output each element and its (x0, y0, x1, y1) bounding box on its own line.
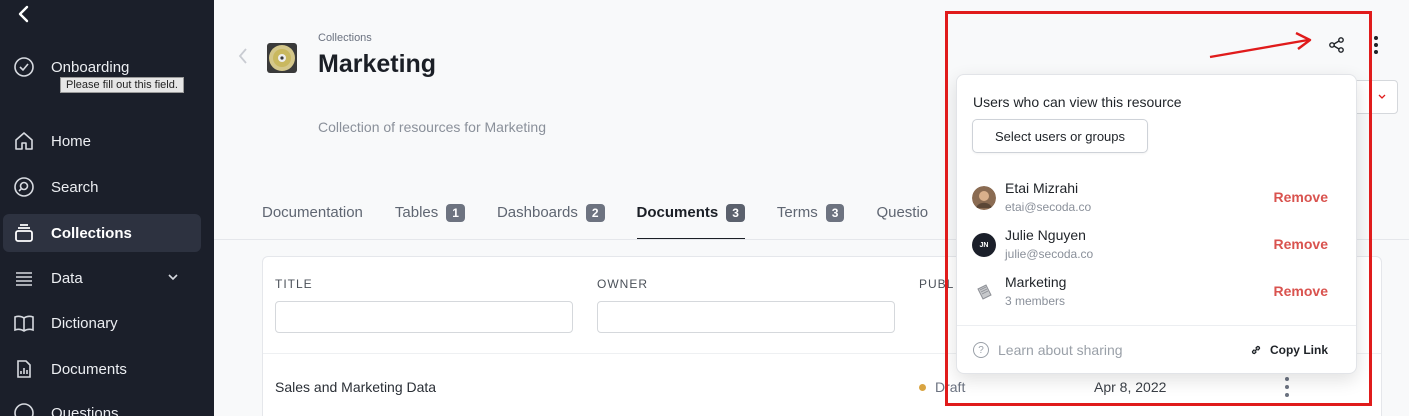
collection-icon (13, 222, 35, 244)
tab-documents[interactable]: Documents 3 (636, 200, 745, 240)
sidebar-item-label: Questions (51, 404, 119, 416)
tab-tables[interactable]: Tables 1 (395, 200, 465, 240)
row-title[interactable]: Sales and Marketing Data (275, 379, 436, 395)
count-badge: 2 (585, 204, 605, 222)
sidebar-item-label: Data (51, 269, 83, 287)
tab-label: Questio (876, 204, 929, 221)
search-icon (13, 176, 35, 198)
list-icon (13, 267, 35, 289)
sidebar-item-data[interactable]: Data (3, 259, 201, 297)
tab-label: Terms (776, 204, 818, 221)
validation-tooltip: Please fill out this field. (60, 77, 184, 93)
column-header-owner[interactable]: OWNER (597, 277, 648, 291)
owner-filter-input[interactable] (597, 301, 895, 333)
tab-terms[interactable]: Terms 3 (777, 200, 845, 240)
sidebar-item-search[interactable]: Search (3, 168, 201, 206)
document-icon (13, 358, 35, 380)
tab-label: Documentation (262, 204, 363, 221)
chevron-down-icon (1378, 94, 1386, 99)
count-badge: 3 (825, 204, 845, 222)
check-circle-icon (13, 56, 35, 78)
chevron-down-icon[interactable] (167, 271, 179, 283)
tab-dashboards[interactable]: Dashboards 2 (497, 200, 605, 240)
sidebar-item-collections[interactable]: Collections (3, 214, 201, 252)
sidebar-item-questions[interactable]: Questions (3, 394, 201, 416)
question-icon (13, 402, 35, 416)
page-title: Marketing (318, 50, 437, 78)
count-badge: 3 (726, 204, 745, 222)
tab-bar: Documentation Tables 1 Dashboards 2 Docume… (262, 200, 960, 240)
home-icon (13, 130, 35, 152)
sidebar-item-label: Onboarding (51, 58, 130, 76)
chevron-left-icon[interactable] (236, 46, 250, 66)
book-icon (13, 312, 35, 334)
collapse-sidebar-icon[interactable] (14, 3, 34, 25)
tab-label: Documents (636, 204, 719, 221)
annotation-highlight-box (945, 11, 1372, 406)
tab-label: Tables (394, 204, 439, 221)
count-badge: 1 (446, 204, 465, 222)
sidebar: Onboarding Please fill out this field. H… (0, 0, 214, 416)
sidebar-item-label: Collections (51, 224, 132, 242)
sidebar-item-dictionary[interactable]: Dictionary (3, 304, 201, 342)
cd-disc-icon (267, 43, 297, 73)
tab-questions[interactable]: Questio (876, 200, 928, 240)
sidebar-item-label: Dictionary (51, 314, 118, 332)
sidebar-item-label: Search (51, 178, 99, 196)
draft-status-dot (919, 384, 926, 391)
sidebar-item-home[interactable]: Home (3, 122, 201, 160)
page-description[interactable]: Collection of resources for Marketing (318, 119, 546, 135)
sidebar-item-label: Documents (51, 360, 127, 378)
column-header-title[interactable]: TITLE (275, 277, 313, 291)
tab-documentation[interactable]: Documentation (262, 200, 363, 240)
breadcrumb[interactable]: Collections (318, 32, 372, 44)
annotation-arrow-icon (1209, 32, 1312, 59)
sidebar-item-documents[interactable]: Documents (3, 350, 201, 388)
sidebar-item-label: Home (51, 132, 92, 150)
title-filter-input[interactable] (275, 301, 573, 333)
tab-label: Dashboards (496, 204, 578, 221)
